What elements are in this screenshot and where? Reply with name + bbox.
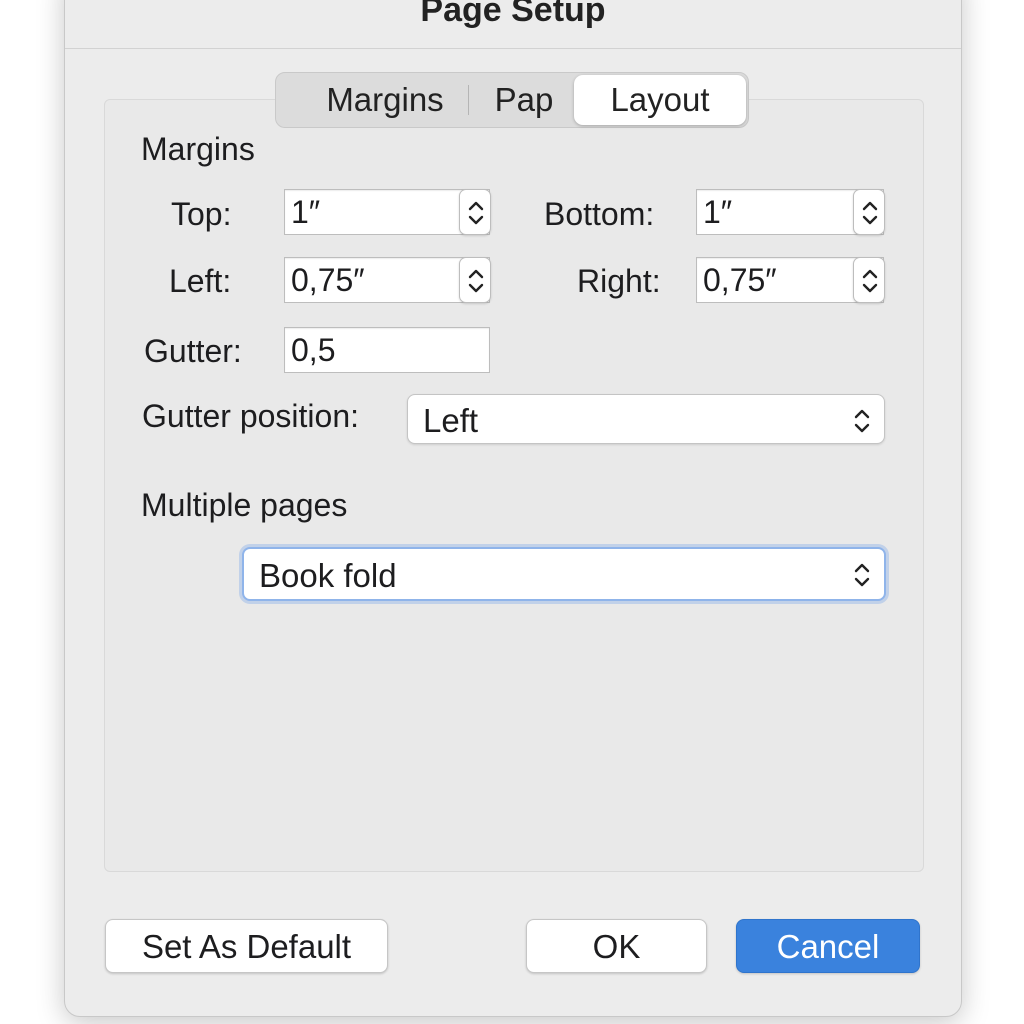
up-down-chevron-icon [862, 201, 878, 225]
dialog-title: Page Setup [420, 0, 606, 29]
gutter-value: 0,5 [291, 332, 336, 368]
page-setup-dialog: Page Setup Margins Pap Layout Margins To… [64, 0, 962, 1017]
right-margin-value: 0,75″ [703, 262, 777, 298]
multiple-pages-heading: Multiple pages [141, 487, 348, 523]
chevron-up-down-icon [854, 563, 870, 587]
left-margin-field[interactable]: 0,75″ [284, 257, 491, 303]
tab-paper[interactable]: Pap [476, 75, 572, 125]
title-bar: Page Setup [65, 0, 961, 49]
bottom-margin-field[interactable]: 1″ [696, 189, 885, 235]
gutter-position-value: Left [423, 402, 479, 439]
gutter-position-label: Gutter position: [142, 398, 359, 434]
left-label: Left: [169, 263, 232, 299]
tab-bar: Margins Pap Layout [275, 72, 749, 128]
right-label: Right: [577, 263, 661, 299]
left-margin-value: 0,75″ [291, 262, 365, 298]
multiple-pages-popup[interactable]: Book fold [242, 547, 886, 601]
multiple-pages-value: Book fold [259, 557, 397, 594]
ok-button[interactable]: OK [526, 919, 707, 973]
right-margin-field[interactable]: 0,75″ [696, 257, 885, 303]
bottom-label: Bottom: [544, 196, 655, 232]
top-label: Top: [171, 196, 232, 232]
cancel-button[interactable]: Cancel [736, 919, 920, 973]
top-margin-value: 1″ [291, 194, 321, 230]
left-margin-stepper[interactable] [459, 257, 491, 303]
gutter-position-popup[interactable]: Left [407, 394, 885, 444]
up-down-chevron-icon [468, 201, 484, 225]
chevron-up-down-icon [854, 409, 870, 433]
top-margin-field[interactable]: 1″ [284, 189, 491, 235]
gutter-label: Gutter: [144, 333, 242, 369]
tab-layout[interactable]: Layout [574, 75, 746, 125]
tab-divider [468, 85, 469, 115]
top-margin-stepper[interactable] [459, 189, 491, 235]
set-as-default-button[interactable]: Set As Default [105, 919, 388, 973]
up-down-chevron-icon [862, 269, 878, 293]
right-margin-stepper[interactable] [853, 257, 885, 303]
up-down-chevron-icon [468, 269, 484, 293]
tab-margins[interactable]: Margins [296, 75, 474, 125]
margins-heading: Margins [141, 131, 255, 167]
bottom-margin-stepper[interactable] [853, 189, 885, 235]
bottom-margin-value: 1″ [703, 194, 733, 230]
gutter-field[interactable]: 0,5 [284, 327, 490, 373]
